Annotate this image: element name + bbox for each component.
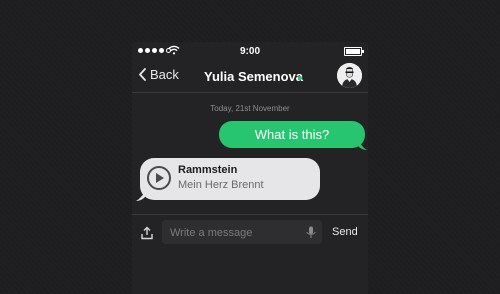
chevron-left-icon xyxy=(139,68,146,81)
avatar-image xyxy=(337,63,362,88)
track-title: Rammstein xyxy=(178,164,238,176)
status-bar: 9:00 xyxy=(132,42,368,60)
message-input[interactable] xyxy=(168,220,302,246)
upload-icon[interactable] xyxy=(140,226,154,240)
back-label: Back xyxy=(150,67,179,82)
phone-screen: 9:00 Back Yulia Semenova Today, 21st Nov… xyxy=(132,42,368,294)
date-separator: Today, 21st November xyxy=(210,104,290,113)
message-composer: Send xyxy=(132,214,368,251)
incoming-audio-message-bubble[interactable]: Rammstein Mein Herz Brennt xyxy=(140,158,320,200)
track-subtitle: Mein Herz Brennt xyxy=(178,179,264,191)
message-input-wrapper xyxy=(162,220,322,246)
online-status-dot xyxy=(298,76,302,80)
bubble-tail xyxy=(358,142,367,150)
outgoing-message-bubble[interactable]: What is this? xyxy=(219,121,365,148)
play-icon xyxy=(156,173,164,183)
bubble-tail xyxy=(136,193,145,201)
avatar[interactable] xyxy=(337,63,362,88)
play-button[interactable] xyxy=(147,166,171,190)
contact-name[interactable]: Yulia Semenova xyxy=(204,69,303,84)
status-time: 9:00 xyxy=(239,46,260,57)
navigation-bar: Back Yulia Semenova xyxy=(132,60,368,93)
send-button[interactable]: Send xyxy=(332,226,358,238)
microphone-icon[interactable] xyxy=(306,226,316,239)
back-button[interactable]: Back xyxy=(138,67,179,82)
battery-icon xyxy=(344,47,364,56)
